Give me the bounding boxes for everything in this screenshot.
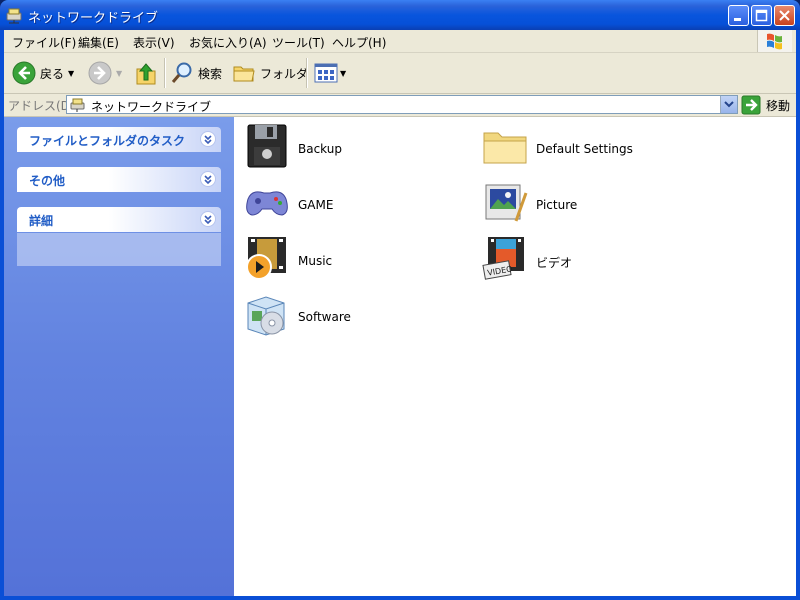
list-item[interactable]: VIDEO ビデオ bbox=[480, 233, 710, 285]
toolbar: 戻る ▼ ▼ 検索 フォルダ ▼ bbox=[4, 53, 796, 94]
menu-view[interactable]: 表示(V) bbox=[133, 34, 175, 51]
up-folder-button[interactable] bbox=[134, 59, 158, 87]
go-arrow-icon bbox=[741, 95, 761, 115]
toolbar-separator bbox=[306, 58, 308, 88]
window-frame-bottom bbox=[0, 596, 800, 600]
go-button[interactable]: 移動 bbox=[741, 95, 790, 115]
double-chevron-down-icon[interactable] bbox=[200, 171, 216, 187]
network-drive-icon bbox=[6, 8, 22, 24]
task-group-title: ファイルとフォルダのタスク bbox=[29, 134, 186, 148]
forward-button[interactable]: ▼ bbox=[88, 59, 122, 87]
back-button[interactable]: 戻る ▼ bbox=[12, 59, 74, 87]
item-name: GAME bbox=[298, 198, 334, 212]
task-group-details-body bbox=[17, 233, 221, 266]
file-list: Backup Default Settings GAME Picture Mus… bbox=[234, 117, 796, 596]
task-group-title: 詳細 bbox=[29, 214, 54, 228]
list-item[interactable]: Music bbox=[242, 233, 472, 285]
task-group-details[interactable]: 詳細 bbox=[17, 207, 221, 232]
up-folder-icon bbox=[136, 63, 156, 85]
folders-button[interactable]: フォルダ bbox=[232, 59, 308, 87]
menu-favorites[interactable]: お気に入り(A) bbox=[189, 34, 267, 51]
back-label: 戻る bbox=[40, 66, 65, 81]
address-bar: アドレス(D) ネットワークドライブ 移動 bbox=[4, 94, 796, 117]
task-group-file-folder-tasks[interactable]: ファイルとフォルダのタスク bbox=[17, 127, 221, 152]
floppy-icon bbox=[247, 124, 287, 168]
task-group-title: その他 bbox=[29, 174, 66, 188]
music-icon bbox=[246, 237, 286, 280]
back-arrow-icon bbox=[12, 61, 36, 85]
minimize-button[interactable] bbox=[728, 5, 749, 26]
go-label: 移動 bbox=[766, 98, 791, 113]
address-dropdown-button[interactable] bbox=[720, 96, 737, 113]
search-label: 検索 bbox=[198, 66, 223, 81]
toolbar-separator bbox=[164, 58, 166, 88]
address-value: ネットワークドライブ bbox=[91, 100, 212, 114]
views-button[interactable]: ▼ bbox=[314, 59, 346, 87]
network-drive-icon bbox=[70, 98, 85, 112]
back-dropdown-icon[interactable]: ▼ bbox=[68, 69, 74, 78]
item-name: Music bbox=[298, 254, 333, 268]
picture-icon bbox=[485, 184, 528, 222]
folders-label: フォルダ bbox=[260, 66, 309, 81]
forward-arrow-icon bbox=[88, 61, 112, 85]
close-icon bbox=[779, 10, 790, 21]
item-name: Backup bbox=[298, 142, 342, 156]
views-dropdown-icon[interactable]: ▼ bbox=[340, 69, 346, 78]
item-name: Default Settings bbox=[536, 142, 633, 156]
double-chevron-down-icon[interactable] bbox=[200, 211, 216, 227]
software-box-icon bbox=[247, 296, 285, 336]
chevron-down-icon bbox=[724, 101, 734, 108]
item-name: ビデオ bbox=[536, 256, 573, 270]
list-item[interactable]: GAME bbox=[242, 177, 472, 229]
list-item[interactable]: Backup bbox=[242, 121, 472, 173]
search-icon bbox=[171, 62, 192, 83]
window-frame-right bbox=[796, 30, 800, 600]
task-pane: ファイルとフォルダのタスク その他 詳細 bbox=[4, 117, 234, 596]
video-icon: VIDEO bbox=[482, 237, 524, 280]
gamepad-icon bbox=[246, 191, 288, 216]
list-item[interactable]: Software bbox=[242, 289, 472, 341]
minimize-icon bbox=[734, 18, 741, 21]
search-button[interactable]: 検索 bbox=[170, 59, 222, 87]
menu-bar: ファイル(F) 編集(E) 表示(V) お気に入り(A) ツール(T) ヘルプ(… bbox=[4, 30, 796, 53]
item-name: Picture bbox=[536, 198, 578, 212]
double-chevron-down-icon[interactable] bbox=[200, 131, 216, 147]
address-input[interactable]: ネットワークドライブ bbox=[66, 95, 738, 114]
item-name: Software bbox=[298, 310, 351, 324]
window-title: ネットワークドライブ bbox=[28, 11, 159, 26]
menu-help[interactable]: ヘルプ(H) bbox=[332, 34, 386, 51]
folder-icon bbox=[483, 132, 527, 164]
menu-edit[interactable]: 編集(E) bbox=[78, 34, 119, 51]
windows-logo bbox=[757, 30, 792, 52]
menu-file[interactable]: ファイル(F) bbox=[12, 34, 76, 51]
task-group-other-places[interactable]: その他 bbox=[17, 167, 221, 192]
address-label: アドレス(D) bbox=[8, 99, 75, 113]
list-item[interactable]: Picture bbox=[480, 177, 710, 229]
title-bar[interactable]: ネットワークドライブ bbox=[0, 0, 800, 30]
views-grid-icon bbox=[314, 63, 338, 83]
explorer-window: ネットワークドライブ ファイル(F) 編集(E) 表示(V) お気に入り(A) … bbox=[0, 0, 800, 600]
list-item[interactable]: Default Settings bbox=[480, 121, 710, 173]
close-button[interactable] bbox=[774, 5, 795, 26]
menu-tools[interactable]: ツール(T) bbox=[272, 34, 325, 51]
forward-dropdown-icon[interactable]: ▼ bbox=[116, 69, 122, 78]
maximize-button[interactable] bbox=[751, 5, 772, 26]
maximize-icon bbox=[755, 9, 768, 22]
folder-icon bbox=[233, 66, 255, 82]
